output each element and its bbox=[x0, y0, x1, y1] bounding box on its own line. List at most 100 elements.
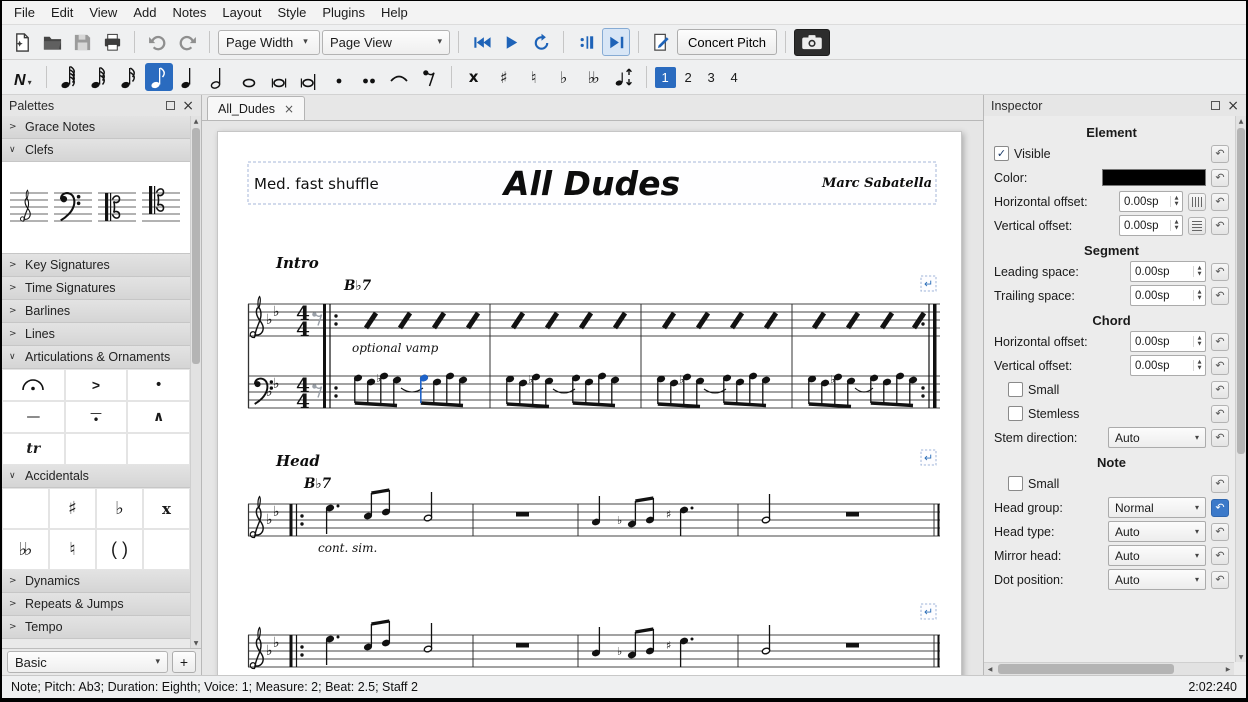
inspector-hscrollbar[interactable]: ◀ ▶ bbox=[984, 662, 1234, 675]
reset-note-small-button[interactable]: ↶ bbox=[1211, 475, 1229, 493]
palette-item-dynamics[interactable]: >Dynamics bbox=[2, 570, 190, 593]
duration-32nd-button[interactable] bbox=[85, 63, 113, 91]
new-score-button[interactable] bbox=[8, 28, 36, 56]
trill-item[interactable]: tr bbox=[2, 433, 65, 465]
scroll-right-icon[interactable]: ▶ bbox=[1222, 666, 1234, 673]
melody-system[interactable] bbox=[248, 490, 940, 538]
treble-clef[interactable] bbox=[250, 297, 263, 338]
augmentation-dot-button[interactable] bbox=[325, 63, 353, 91]
key-flat[interactable]: ♭ bbox=[273, 376, 280, 392]
portato-item[interactable]: —• bbox=[65, 401, 128, 433]
pan-playback-toggle[interactable] bbox=[602, 28, 630, 56]
palette-item-key-signatures[interactable]: >Key Signatures bbox=[2, 254, 190, 277]
scrollbar-handle[interactable] bbox=[1237, 128, 1245, 454]
save-button[interactable] bbox=[68, 28, 96, 56]
menu-notes[interactable]: Notes bbox=[164, 2, 214, 23]
close-icon[interactable]: × bbox=[182, 100, 194, 112]
treble-clef-icon[interactable] bbox=[20, 190, 30, 221]
spin-down-icon[interactable]: ▼ bbox=[1198, 296, 1202, 301]
accent-item[interactable]: > bbox=[65, 369, 128, 401]
trailing-space-spinbox[interactable]: 0.00sp▲▼ bbox=[1130, 285, 1206, 306]
scroll-down-icon[interactable]: ▼ bbox=[1239, 652, 1244, 662]
time-signature[interactable]: 4 bbox=[296, 317, 310, 341]
palette-preset-select[interactable]: Basic▾ bbox=[7, 651, 168, 673]
score-svg[interactable]: Med. fast shuffle All Dudes Marc Sabatel… bbox=[218, 132, 963, 675]
double-flat-item[interactable]: ♭♭ bbox=[2, 529, 49, 570]
menu-help[interactable]: Help bbox=[373, 2, 416, 23]
line-break-marker[interactable] bbox=[921, 276, 936, 291]
voice-3-button[interactable]: 3 bbox=[701, 67, 722, 88]
v-offset-spinbox[interactable]: 0.00sp▲▼ bbox=[1119, 215, 1183, 236]
add-palette-button[interactable]: + bbox=[172, 651, 196, 673]
edit-mode-button[interactable] bbox=[647, 28, 675, 56]
cont-sim-text[interactable]: cont. sim. bbox=[318, 541, 377, 555]
palette-item-articulations[interactable]: ∨Articulations & Ornaments bbox=[2, 346, 190, 369]
parentheses-item[interactable]: ( ) bbox=[96, 529, 143, 570]
scroll-up-icon[interactable]: ▲ bbox=[1239, 116, 1244, 126]
palette-item-accidentals[interactable]: ∨Accidentals bbox=[2, 465, 190, 488]
scrollbar-handle[interactable] bbox=[998, 664, 1174, 674]
tenuto-item[interactable]: — bbox=[2, 401, 65, 433]
reset-chord-h-offset-button[interactable]: ↶ bbox=[1211, 333, 1229, 351]
spin-down-icon[interactable]: ▼ bbox=[1198, 272, 1202, 277]
undock-icon[interactable] bbox=[1211, 101, 1220, 110]
snap-vertical-button[interactable] bbox=[1188, 217, 1206, 235]
chord-small-checkbox[interactable] bbox=[1008, 382, 1023, 397]
duration-breve-button[interactable] bbox=[265, 63, 293, 91]
voice-4-button[interactable]: 4 bbox=[724, 67, 745, 88]
sharp-button[interactable]: ♯ bbox=[490, 63, 518, 91]
time-signature[interactable]: 4 bbox=[296, 389, 310, 413]
duration-whole-button[interactable] bbox=[235, 63, 263, 91]
double-sharp-item[interactable]: x bbox=[143, 488, 190, 529]
selected-note[interactable] bbox=[420, 374, 429, 403]
score-canvas[interactable]: Med. fast shuffle All Dudes Marc Sabatel… bbox=[202, 121, 983, 675]
scroll-down-icon[interactable]: ▼ bbox=[194, 638, 199, 648]
vamp-text[interactable]: optional vamp bbox=[352, 341, 439, 355]
clefs-palette-content[interactable] bbox=[2, 162, 190, 254]
reset-dot-position-button[interactable]: ↶ bbox=[1211, 571, 1229, 589]
spin-down-icon[interactable]: ▼ bbox=[1175, 202, 1179, 207]
palette-item-repeats-jumps[interactable]: >Repeats & Jumps bbox=[2, 593, 190, 616]
duration-eighth-button[interactable] bbox=[145, 63, 173, 91]
reset-color-button[interactable]: ↶ bbox=[1211, 169, 1229, 187]
image-capture-button[interactable] bbox=[794, 29, 830, 56]
line-break-marker[interactable] bbox=[921, 450, 936, 465]
reset-stem-direction-button[interactable]: ↶ bbox=[1211, 429, 1229, 447]
flat-item[interactable]: ♭ bbox=[96, 488, 143, 529]
key-flat[interactable]: ♭ bbox=[266, 312, 273, 328]
menu-style[interactable]: Style bbox=[269, 2, 314, 23]
flat-button[interactable]: ♭ bbox=[550, 63, 578, 91]
natural-item[interactable]: ♮ bbox=[49, 529, 96, 570]
reset-mirror-head-button[interactable]: ↶ bbox=[1211, 547, 1229, 565]
undock-icon[interactable] bbox=[166, 101, 175, 110]
bass-notes[interactable]: ♭ ♭ ♭ ♭ bbox=[354, 372, 918, 407]
menu-add[interactable]: Add bbox=[125, 2, 164, 23]
color-swatch[interactable] bbox=[1102, 169, 1207, 186]
redo-button[interactable] bbox=[173, 28, 201, 56]
accidental-flat[interactable]: ♭ bbox=[376, 372, 381, 385]
close-icon[interactable]: × bbox=[1227, 100, 1239, 112]
staccato-item[interactable]: • bbox=[127, 369, 190, 401]
chord-symbol[interactable]: B♭7 bbox=[343, 278, 372, 294]
print-button[interactable] bbox=[98, 28, 126, 56]
chord-h-offset-spinbox[interactable]: 0.00sp▲▼ bbox=[1130, 331, 1206, 352]
leading-space-spinbox[interactable]: 0.00sp▲▼ bbox=[1130, 261, 1206, 282]
head-type-select[interactable]: Auto▾ bbox=[1108, 521, 1206, 542]
reset-h-offset-button[interactable]: ↶ bbox=[1211, 193, 1229, 211]
key-flat[interactable]: ♭ bbox=[266, 384, 273, 400]
menu-layout[interactable]: Layout bbox=[214, 2, 269, 23]
head-group-select[interactable]: Normal▾ bbox=[1108, 497, 1206, 518]
rewind-button[interactable] bbox=[467, 28, 495, 56]
line-break-marker[interactable] bbox=[921, 604, 936, 619]
chord-v-offset-spinbox[interactable]: 0.00sp▲▼ bbox=[1130, 355, 1206, 376]
reset-chord-v-offset-button[interactable]: ↶ bbox=[1211, 357, 1229, 375]
marcato-item[interactable]: ∧ bbox=[127, 401, 190, 433]
reset-head-group-button[interactable]: ↶ bbox=[1211, 499, 1229, 517]
palette-item-tempo[interactable]: >Tempo bbox=[2, 616, 190, 639]
double-flat-button[interactable]: ♭♭ bbox=[580, 63, 608, 91]
mirror-head-select[interactable]: Auto▾ bbox=[1108, 545, 1206, 566]
fermata-item[interactable] bbox=[2, 369, 65, 401]
duration-half-button[interactable] bbox=[205, 63, 233, 91]
spin-down-icon[interactable]: ▼ bbox=[1198, 366, 1202, 371]
note-small-checkbox[interactable] bbox=[1008, 476, 1023, 491]
